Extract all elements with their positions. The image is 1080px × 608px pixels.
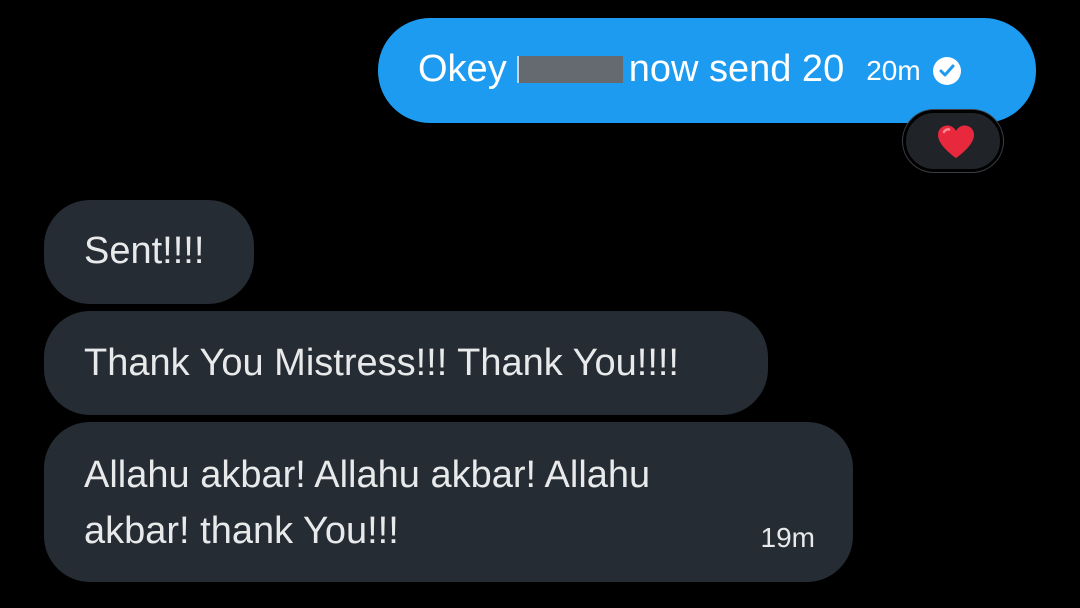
received-message-text: Allahu akbar! Allahu akbar! Allahu akbar… bbox=[84, 454, 651, 552]
sent-message-time: 20m bbox=[866, 55, 921, 86]
received-message-time: 19m bbox=[760, 522, 815, 553]
received-message-bubble[interactable]: Allahu akbar! Allahu akbar! Allahu akbar… bbox=[44, 422, 853, 582]
reaction-badge[interactable] bbox=[903, 110, 1003, 172]
received-message-text: Sent!!!! bbox=[84, 230, 205, 272]
redaction-block bbox=[516, 56, 623, 83]
received-message-bubble[interactable]: Sent!!!! bbox=[44, 200, 254, 304]
red-heart-icon bbox=[938, 125, 974, 158]
check-circle-icon bbox=[932, 57, 961, 85]
sent-message-text-start: Okey bbox=[418, 48, 507, 90]
received-message-bubble[interactable]: Thank You Mistress!!! Thank You!!!! bbox=[44, 311, 768, 415]
sent-message-bubble[interactable]: Okey now send 20 20m bbox=[378, 18, 1036, 123]
sent-message-text-end: now send 20 bbox=[628, 48, 845, 90]
received-message-text: Thank You Mistress!!! Thank You!!!! bbox=[84, 342, 679, 384]
